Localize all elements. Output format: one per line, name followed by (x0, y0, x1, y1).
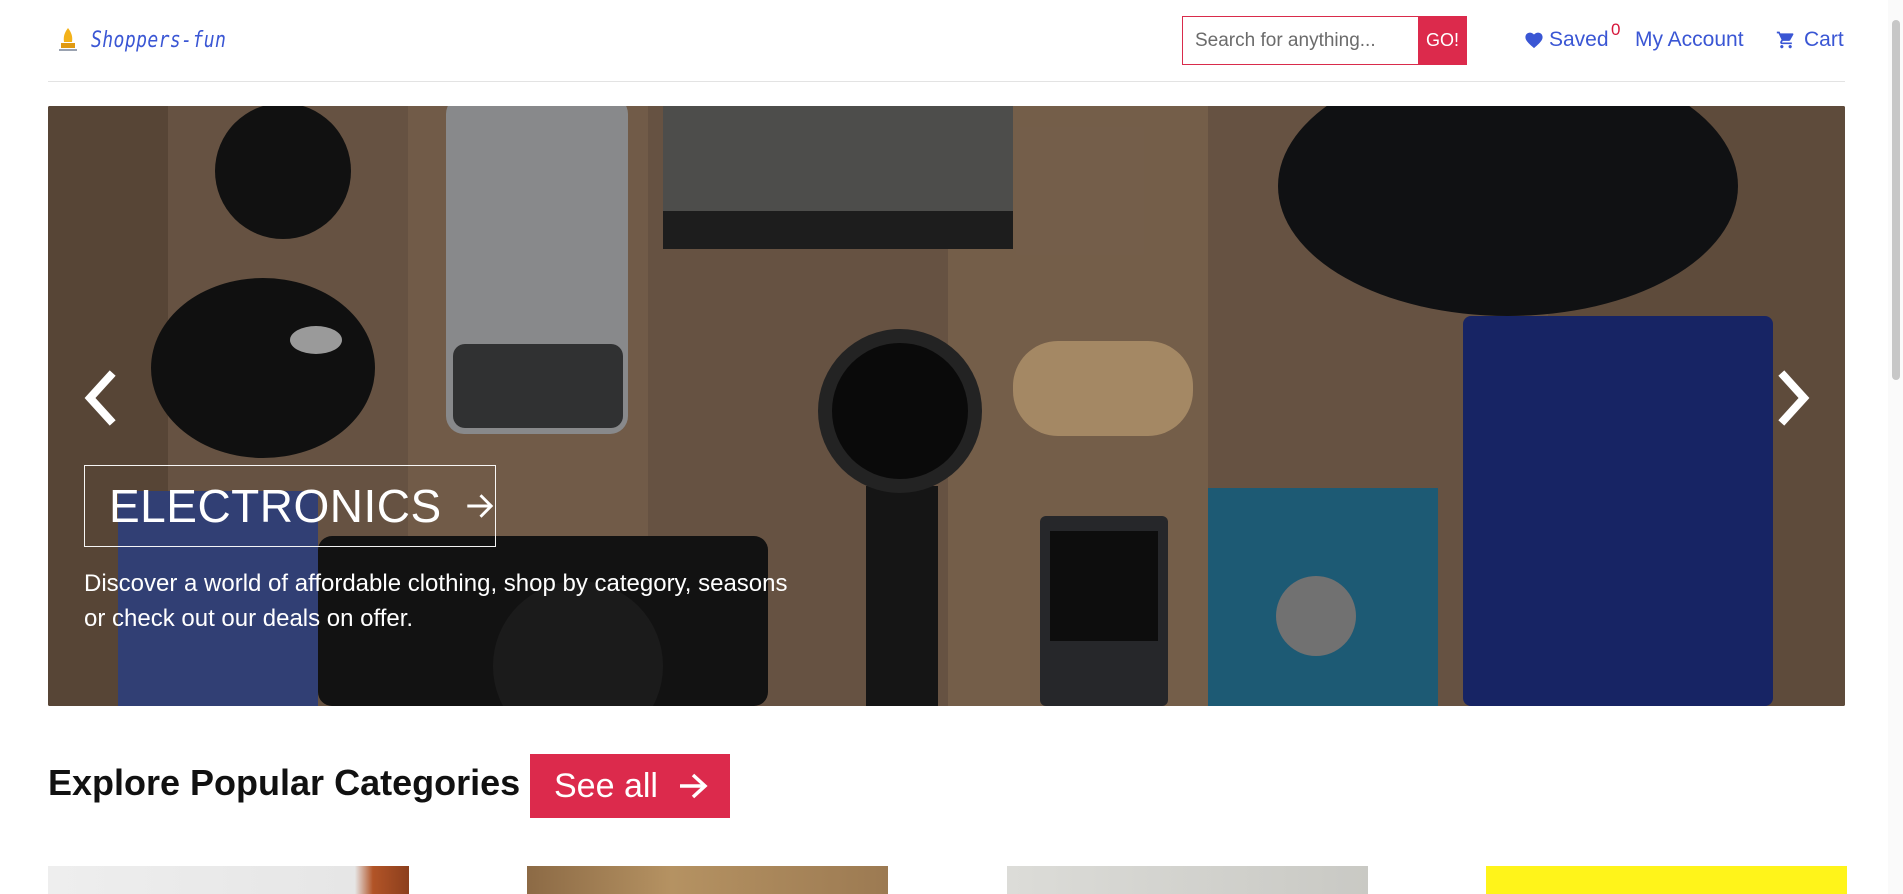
hero-category-button[interactable]: ELECTRONICS (84, 465, 496, 547)
page: Shoppers-fun GO! Saved 0 My Account Cart… (0, 0, 1903, 894)
see-all-button[interactable]: See all (530, 754, 730, 818)
scrollbar-thumb[interactable] (1892, 20, 1900, 380)
logo-icon (59, 28, 77, 51)
categories-heading: Explore Popular Categories (48, 762, 521, 803)
category-tile[interactable] (527, 866, 888, 894)
search-bar: GO! (1182, 16, 1467, 65)
saved-count-badge: 0 (1611, 20, 1621, 39)
arrow-right-icon (466, 494, 493, 518)
brand-name: Shoppers-fun (91, 27, 227, 53)
nav-cart-label: Cart (1804, 28, 1844, 51)
nav-saved-label: Saved (1549, 28, 1609, 51)
hero-category-label: ELECTRONICS (109, 480, 442, 532)
top-header: Shoppers-fun GO! Saved 0 My Account Cart… (48, 0, 1903, 82)
see-all-label: See all (554, 766, 658, 805)
nav-saved-link[interactable]: Saved 0 (1524, 20, 1620, 52)
brand-logo[interactable]: Shoppers-fun (57, 26, 256, 54)
search-button[interactable]: GO! (1418, 16, 1467, 65)
hero-description: Discover a world of affordable clothing,… (84, 570, 788, 632)
arrow-right-icon (679, 773, 708, 799)
heart-icon (1525, 32, 1543, 49)
chevron-left-icon[interactable] (78, 368, 124, 428)
category-tile[interactable] (1486, 866, 1847, 894)
nav-account-label: My Account (1635, 28, 1744, 51)
category-tile[interactable] (48, 866, 409, 894)
nav-cart-link[interactable]: Cart 0 (1776, 16, 1903, 52)
hero-carousel: ELECTRONICS Discover a world of affordab… (48, 106, 1845, 706)
chevron-right-icon[interactable] (1770, 368, 1816, 428)
nav-account-link[interactable]: My Account (1635, 28, 1744, 52)
category-tile[interactable] (1007, 866, 1368, 894)
cart-icon (1776, 31, 1794, 49)
search-input[interactable] (1182, 16, 1418, 65)
